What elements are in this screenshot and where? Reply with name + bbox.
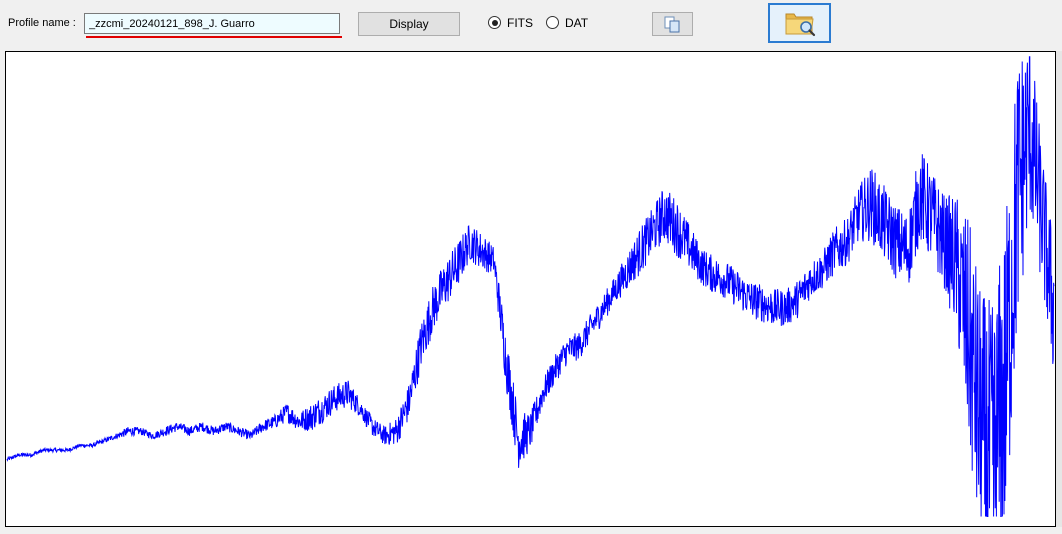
copy-icon [664, 16, 680, 33]
copy-button[interactable] [652, 12, 693, 36]
spectrum-chart [6, 56, 1055, 517]
radio-dat-label: DAT [565, 16, 589, 30]
spectrum-series-line [6, 56, 1055, 517]
spellcheck-underline [86, 36, 342, 38]
radio-fits-label: FITS [507, 16, 533, 30]
scrollbar-strip [1056, 51, 1062, 527]
profile-name-label: Profile name : [8, 17, 76, 29]
open-file-button[interactable] [768, 3, 831, 43]
profile-name-input[interactable] [84, 13, 340, 34]
radio-fits[interactable] [488, 16, 501, 29]
spectrum-plot[interactable] [5, 51, 1056, 527]
radio-dat[interactable] [546, 16, 559, 29]
folder-search-icon [785, 13, 816, 37]
display-button[interactable]: Display [358, 12, 460, 36]
